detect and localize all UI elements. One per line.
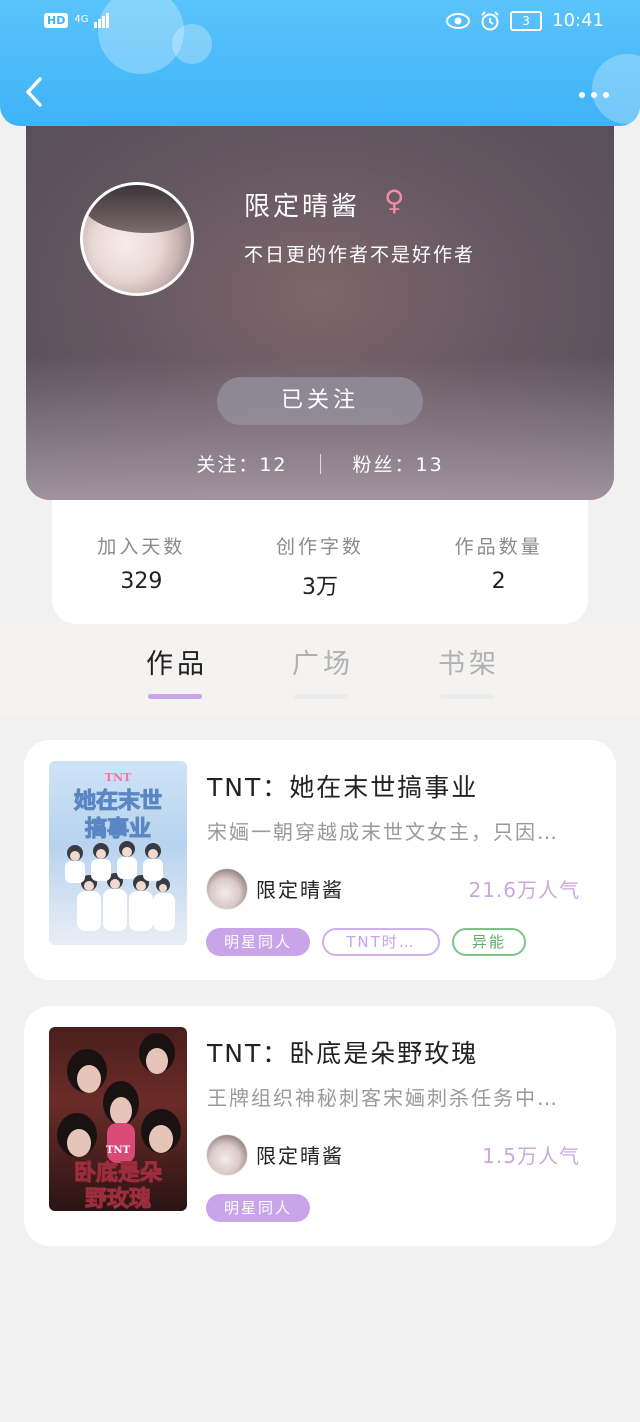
follow-stats: 关注：12 粉丝：13 (26, 450, 614, 477)
tab-underline (294, 694, 348, 699)
female-gender-icon: ♀ (384, 184, 405, 217)
cover-people-illustration (65, 841, 175, 931)
user-bio: 不日更的作者不是好作者 (244, 244, 476, 266)
stat-works-count: 作品数量 2 (419, 500, 579, 624)
tab-works[interactable]: 作品 (146, 642, 208, 681)
eye-icon (446, 12, 471, 29)
book-card[interactable]: TNT 她在末世 搞事业 TNT：她在末世搞事业 宋婳一朝穿越成末世文女主，只因… (24, 740, 616, 980)
book-cover[interactable]: TNT 她在末世 搞事业 (49, 761, 187, 945)
follow-button[interactable]: 已关注 (217, 377, 423, 425)
back-button[interactable] (22, 76, 50, 108)
stat-label: 加入天数 (97, 536, 186, 558)
book-description: 宋婳一朝穿越成末世文女主，只因… (207, 820, 559, 844)
clock: 10:41 (552, 10, 604, 31)
tag-list: 明星同人 (206, 1194, 311, 1222)
tab-underline-active (148, 694, 202, 699)
network-type: 4G (74, 14, 89, 25)
decorative-bubble (98, 0, 184, 74)
popularity-count: 1.5万人气 (482, 1144, 580, 1168)
following-count[interactable]: 关注：12 (196, 450, 287, 477)
avatar-hair (83, 185, 191, 233)
alarm-icon (481, 10, 499, 30)
avatar[interactable] (80, 182, 194, 296)
author-avatar[interactable] (206, 1134, 248, 1176)
battery-icon: 3 (510, 10, 543, 31)
cover-title-line2: 野玫瑰 (84, 1186, 151, 1212)
stat-word-count: 创作字数 3万 (240, 500, 400, 624)
stat-value: 3万 (301, 575, 338, 600)
stat-label: 作品数量 (454, 536, 543, 558)
username: 限定晴酱 (244, 192, 361, 222)
divider (319, 453, 321, 474)
book-card[interactable]: TNT 卧底是朵 野玫瑰 TNT：卧底是朵野玫瑰 王牌组织神秘刺客宋婳刺杀任务中… (24, 1006, 616, 1246)
status-bar-left: HD 4G (44, 12, 110, 28)
more-icon (579, 92, 609, 98)
stats-card: 加入天数 329 创作字数 3万 作品数量 2 (52, 500, 588, 624)
book-cover[interactable]: TNT 卧底是朵 野玫瑰 (49, 1027, 187, 1211)
tag[interactable]: 异能 (452, 928, 527, 956)
stat-label: 创作字数 (275, 536, 364, 558)
book-description: 王牌组织神秘刺客宋婳刺杀任务中… (207, 1086, 559, 1110)
tab-bookshelf[interactable]: 书架 (438, 642, 500, 681)
tag[interactable]: TNT时… (322, 928, 441, 956)
tag-list: 明星同人 TNT时… 异能 (206, 928, 527, 956)
book-title[interactable]: TNT：她在末世搞事业 (207, 768, 478, 804)
hd-badge: HD (44, 12, 69, 28)
author-name[interactable]: 限定晴酱 (256, 1140, 344, 1169)
tag[interactable]: 明星同人 (206, 1194, 311, 1222)
tab-underline (440, 694, 494, 699)
signal-icon (94, 12, 110, 28)
tag[interactable]: 明星同人 (206, 928, 311, 956)
stat-join-days: 加入天数 329 (61, 500, 221, 624)
more-button[interactable] (578, 86, 610, 98)
fans-count[interactable]: 粉丝：13 (353, 450, 444, 477)
tab-square[interactable]: 广场 (292, 642, 354, 681)
status-bar-right: 3 10:41 (446, 10, 604, 31)
chevron-left-icon (26, 77, 42, 107)
profile-header (26, 126, 614, 500)
popularity-count: 21.6万人气 (468, 878, 580, 902)
decorative-bubble (172, 24, 212, 64)
stat-value: 329 (120, 569, 163, 594)
book-title[interactable]: TNT：卧底是朵野玫瑰 (207, 1034, 478, 1070)
author-avatar[interactable] (206, 868, 248, 910)
stat-value: 2 (491, 569, 506, 594)
author-name[interactable]: 限定晴酱 (256, 874, 344, 903)
